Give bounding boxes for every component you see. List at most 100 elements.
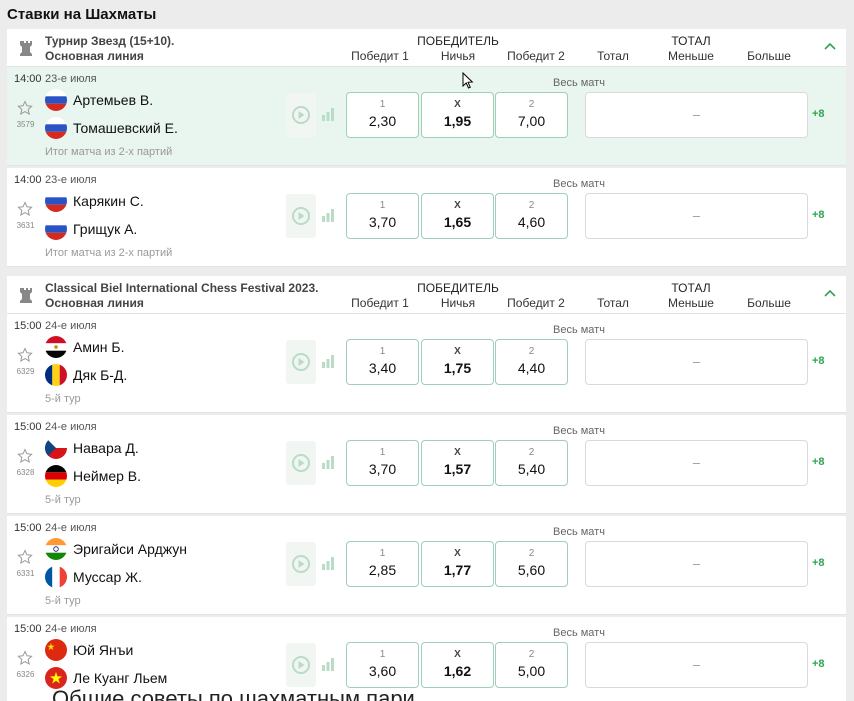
- star-icon[interactable]: [17, 448, 33, 464]
- col-over-label: Больше: [747, 49, 791, 63]
- more-markets-link[interactable]: +8: [812, 209, 825, 221]
- video-button[interactable]: [286, 340, 316, 384]
- total-value: –: [692, 657, 701, 672]
- winner-group-label: ПОБЕДИТЕЛЬ: [417, 281, 499, 295]
- col-p1-label: Победит 1: [351, 49, 409, 63]
- match-time: 15:00: [14, 623, 42, 635]
- odd-value: 2,30: [368, 113, 397, 129]
- flag-russia-icon: [45, 89, 67, 111]
- odd-p2-button[interactable]: 2 5,00: [495, 642, 568, 688]
- match-row[interactable]: 15:00 24-е июля 6329 Амин Б. Дяк Б-Д. 5-…: [7, 314, 846, 413]
- match-row[interactable]: 15:00 24-е июля 6331 Эригайси Арджун Мус…: [7, 516, 846, 615]
- odd-p1-button[interactable]: 1 3,70: [346, 193, 419, 239]
- star-icon[interactable]: [17, 347, 33, 363]
- odd-p2-button[interactable]: 2 4,40: [495, 339, 568, 385]
- video-button[interactable]: [286, 643, 316, 687]
- total-cell[interactable]: –: [585, 541, 808, 587]
- col-draw-label: Ничья: [440, 49, 476, 63]
- odd-label: 1: [379, 447, 386, 458]
- odd-draw-button[interactable]: X 1,95: [421, 92, 494, 138]
- video-button[interactable]: [286, 93, 316, 137]
- total-group-label: ТОТАЛ: [671, 281, 711, 295]
- stats-icon[interactable]: [321, 208, 335, 222]
- match-id: 3631: [16, 221, 35, 230]
- flag-egypt-icon: [45, 336, 67, 358]
- odd-value: 3,70: [368, 214, 397, 230]
- stats-icon[interactable]: [321, 455, 335, 469]
- stats-icon[interactable]: [321, 107, 335, 121]
- total-cell[interactable]: –: [585, 193, 808, 239]
- more-markets-link[interactable]: +8: [812, 658, 825, 670]
- odd-value: 7,00: [517, 113, 546, 129]
- odd-draw-button[interactable]: X 1,75: [421, 339, 494, 385]
- tournament-header[interactable]: Classical Biel International Chess Festi…: [7, 276, 846, 314]
- match-row[interactable]: 14:00 23-е июля 3631 Карякин С. Грищук А…: [7, 168, 846, 267]
- col-under-label: Меньше: [668, 49, 714, 63]
- odd-draw-button[interactable]: X 1,57: [421, 440, 494, 486]
- tournament-name: Турнир Звезд (15+10).: [45, 34, 175, 48]
- flag-germany-icon: [45, 465, 67, 487]
- star-icon[interactable]: [17, 201, 33, 217]
- odd-p2-button[interactable]: 2 5,60: [495, 541, 568, 587]
- player-1-name: Навара Д.: [73, 440, 139, 456]
- odd-value: 3,60: [368, 663, 397, 679]
- total-value: –: [692, 354, 701, 369]
- line-label: Основная линия: [45, 49, 144, 63]
- odd-p1-button[interactable]: 1 3,60: [346, 642, 419, 688]
- odd-value: 5,60: [517, 562, 546, 578]
- total-cell[interactable]: –: [585, 440, 808, 486]
- odd-p1-button[interactable]: 1 2,85: [346, 541, 419, 587]
- video-button[interactable]: [286, 194, 316, 238]
- match-id: 3579: [16, 120, 35, 129]
- odd-p1-button[interactable]: 1 2,30: [346, 92, 419, 138]
- total-value: –: [692, 556, 701, 571]
- more-markets-link[interactable]: +8: [812, 108, 825, 120]
- odd-label: 1: [379, 649, 386, 660]
- star-icon[interactable]: [17, 549, 33, 565]
- flag-france-icon: [45, 566, 67, 588]
- odd-p2-button[interactable]: 2 4,60: [495, 193, 568, 239]
- rook-icon: [20, 41, 32, 56]
- odd-label: 1: [379, 200, 386, 211]
- more-markets-link[interactable]: +8: [812, 355, 825, 367]
- chevron-up-icon[interactable]: [824, 288, 836, 298]
- match-row[interactable]: 15:00 24-е июля 6328 Навара Д. Неймер В.…: [7, 415, 846, 514]
- more-markets-link[interactable]: +8: [812, 557, 825, 569]
- odd-p2-button[interactable]: 2 5,40: [495, 440, 568, 486]
- col-under-label: Меньше: [668, 296, 714, 310]
- total-cell[interactable]: –: [585, 339, 808, 385]
- stats-icon[interactable]: [321, 354, 335, 368]
- flag-india-icon: [45, 538, 67, 560]
- col-draw-label: Ничья: [440, 296, 476, 310]
- star-icon[interactable]: [17, 650, 33, 666]
- odd-draw-button[interactable]: X 1,65: [421, 193, 494, 239]
- match-time: 15:00: [14, 421, 42, 433]
- match-row[interactable]: 14:00 23-е июля 3579 Артемьев В. Томашев…: [7, 67, 846, 166]
- chevron-up-icon[interactable]: [824, 41, 836, 51]
- odd-p1-button[interactable]: 1 3,40: [346, 339, 419, 385]
- odd-label: 2: [528, 649, 535, 660]
- odd-draw-button[interactable]: X 1,62: [421, 642, 494, 688]
- player-2-name: Дяк Б-Д.: [73, 367, 128, 383]
- player-2-name: Неймер В.: [73, 468, 142, 484]
- total-cell[interactable]: –: [585, 642, 808, 688]
- match-id: 6329: [16, 367, 35, 376]
- video-button[interactable]: [286, 542, 316, 586]
- period-label: Весь матч: [553, 425, 605, 437]
- video-button[interactable]: [286, 441, 316, 485]
- odd-value: 1,95: [443, 113, 472, 129]
- total-cell[interactable]: –: [585, 92, 808, 138]
- tournament-header[interactable]: Турнир Звезд (15+10). Основная линия ПОБ…: [7, 29, 846, 67]
- odd-p1-button[interactable]: 1 3,70: [346, 440, 419, 486]
- more-markets-link[interactable]: +8: [812, 456, 825, 468]
- stats-icon[interactable]: [321, 556, 335, 570]
- odd-value: 1,65: [443, 214, 472, 230]
- col-over-label: Больше: [747, 296, 791, 310]
- flag-china-icon: [45, 639, 67, 661]
- period-label: Весь матч: [553, 178, 605, 190]
- odd-draw-button[interactable]: X 1,77: [421, 541, 494, 587]
- stats-icon[interactable]: [321, 657, 335, 671]
- odd-p2-button[interactable]: 2 7,00: [495, 92, 568, 138]
- star-icon[interactable]: [17, 100, 33, 116]
- match-note: Итог матча из 2-х партий: [45, 146, 173, 158]
